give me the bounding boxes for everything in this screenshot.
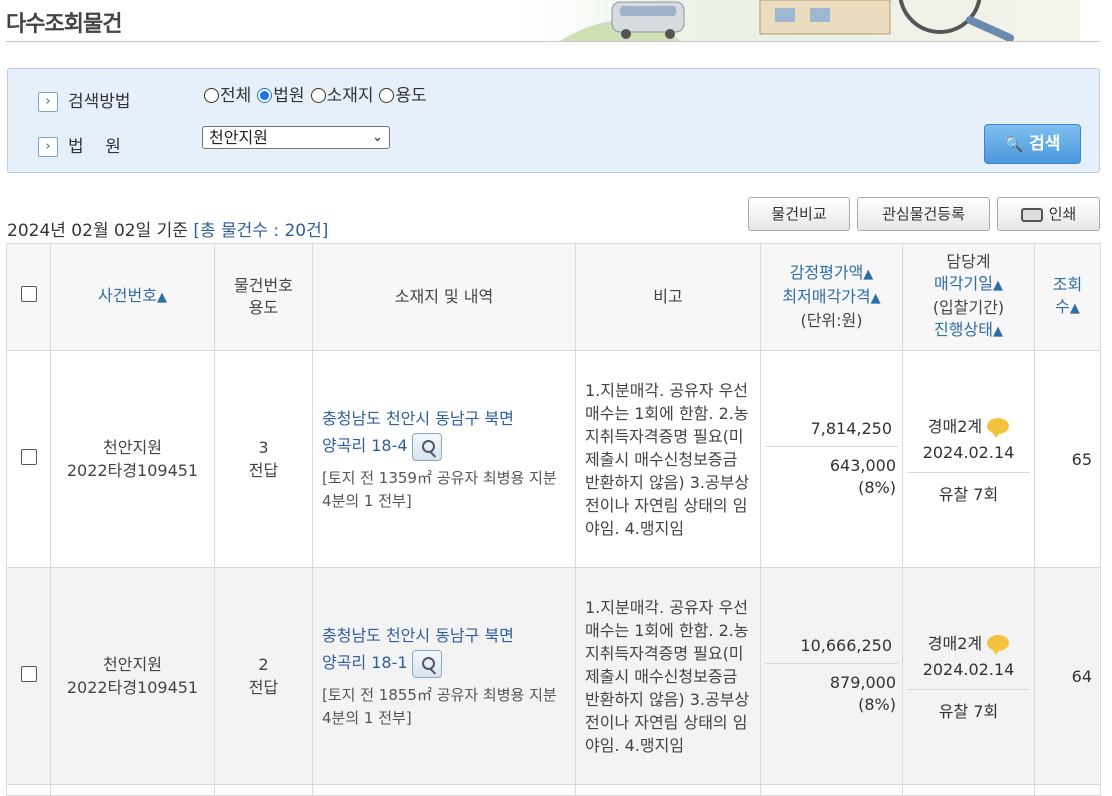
map-magnifier-icon[interactable] (411, 432, 442, 461)
row-checkbox[interactable] (20, 666, 37, 682)
arrow-right-icon: › (38, 92, 58, 112)
results-table: 사건번호▲ 물건번호 용도 소재지 및 내역 비고 감정평가액▲ 최저매각가격▲ … (6, 243, 1101, 796)
header-item-number: 물건번호 용도 (214, 243, 313, 351)
sort-asc-icon[interactable]: ▲ (1070, 301, 1080, 316)
search-method-label: › 검색방법 (38, 87, 131, 112)
printer-icon (1020, 208, 1043, 222)
item-number-cell: 3 전답 (214, 350, 313, 568)
header-divider (6, 41, 1100, 42)
court-label: › 법 원 (38, 132, 121, 157)
location-cell: 충청남도 천안시 동남구 북면 양곡리 18-1 [토지 전 1855㎡ 공유자 … (312, 567, 576, 785)
radio-button[interactable] (204, 88, 219, 103)
header-price[interactable]: 감정평가액▲ 최저매각가격▲ (단위:원) (760, 243, 903, 351)
header-location: 소재지 및 내역 (312, 243, 576, 351)
price-cell: 10,666,250 879,000 (8%) (760, 567, 903, 785)
radio-button-selected[interactable] (257, 88, 273, 103)
header-note: 비고 (575, 243, 761, 351)
radio-button[interactable] (379, 88, 395, 103)
search-button[interactable]: 🔍 검색 (984, 124, 1081, 164)
radio-all[interactable]: 전체 (204, 81, 251, 106)
search-method-radio-group: 전체 법원 소재지 용도 (204, 81, 433, 106)
result-summary: 2024년 02월 02일 기준 [총 물건수 : 20건] (7, 221, 329, 241)
arrow-right-icon: › (38, 137, 58, 157)
header-manager[interactable]: 담당계 매각기일▲ (입찰기간) 진행상태▲ (902, 243, 1035, 351)
minimum-price: 879,000 (8%) (829, 673, 896, 714)
row-select-cell (6, 567, 51, 785)
radio-court[interactable]: 법원 (257, 81, 305, 106)
department-link[interactable]: 경매2계 (928, 417, 982, 436)
header-case-number[interactable]: 사건번호▲ (50, 243, 215, 351)
court-select[interactable]: 천안지원 ⌄ (202, 126, 390, 149)
header-views[interactable]: 조회 수▲ (1034, 243, 1101, 351)
manager-cell: 경매2계 2024.02.14 유찰 7회 (902, 350, 1035, 568)
sort-asc-icon[interactable]: ▲ (993, 324, 1003, 339)
radio-usage[interactable]: 용도 (379, 81, 427, 106)
appraisal-value: 7,814,250 (765, 419, 898, 447)
row-select-cell (6, 350, 51, 568)
note-cell: 1.지분매각. 공유자 우선매수는 1회에 한함. 2.농지취득자격증명 필요(… (575, 350, 761, 568)
item-number-cell: 2 전답 (214, 567, 313, 785)
map-magnifier-icon[interactable] (411, 649, 442, 678)
case-number-cell: 천안지원 2022타경109451 (50, 567, 215, 785)
address-link[interactable]: 충청남도 천안시 동남구 북면 양곡리 18-1 (322, 622, 567, 678)
manager-cell: 경매2계 2024.02.14 유찰 7회 (902, 567, 1035, 785)
item-description: [토지 전 1359㎡ 공유자 최병용 지분 4분의 1 전부] (322, 468, 557, 510)
search-panel: › 검색방법 › 법 원 전체 법원 소재지 용도 천안지원 ⌄ 🔍 검색 (7, 68, 1100, 173)
chat-bubble-icon[interactable] (987, 417, 1010, 438)
department-link[interactable]: 경매2계 (928, 634, 982, 653)
location-cell: 충청남도 천안시 동남구 북면 양곡리 18-4 [토지 전 1359㎡ 공유자 … (312, 350, 576, 568)
table-row-partial (6, 784, 1101, 796)
register-interest-button[interactable]: 관심물건등록 (857, 197, 990, 231)
item-description: [토지 전 1855㎡ 공유자 최병용 지분 4분의 1 전부] (322, 685, 557, 727)
note-cell: 1.지분매각. 공유자 우선매수는 1회에 한함. 2.농지취득자격증명 필요(… (575, 567, 761, 785)
table-row: 천안지원 2022타경109451 2 전답 충청남도 천안시 동남구 북면 양곡리 … (6, 567, 1101, 785)
select-all-cell (6, 243, 51, 351)
sort-asc-icon[interactable]: ▲ (157, 290, 167, 305)
table-row: 천안지원 2022타경109451 3 전답 충청남도 천안시 동남구 북면 양곡리 … (6, 350, 1101, 568)
minimum-price: 643,000 (8%) (829, 456, 896, 497)
table-header-row: 사건번호▲ 물건번호 용도 소재지 및 내역 비고 감정평가액▲ 최저매각가격▲ … (6, 243, 1101, 351)
radio-location[interactable]: 소재지 (310, 81, 373, 106)
chat-bubble-icon[interactable] (987, 634, 1010, 655)
price-cell: 7,814,250 643,000 (8%) (760, 350, 903, 568)
header-illustration (520, 0, 1080, 41)
appraisal-value: 10,666,250 (765, 636, 898, 664)
case-number-cell: 천안지원 2022타경109451 (50, 350, 215, 568)
search-icon: 🔍 (1004, 135, 1024, 153)
sort-asc-icon[interactable]: ▲ (993, 278, 1003, 293)
sort-asc-icon[interactable]: ▲ (871, 291, 881, 306)
radio-button[interactable] (310, 88, 326, 103)
sale-date: 2024.02.14 (922, 442, 1015, 462)
page-header: 다수조회물건 (0, 0, 1100, 42)
views-cell: 64 (1034, 567, 1101, 785)
compare-button[interactable]: 물건비교 (748, 197, 850, 231)
select-all-checkbox[interactable] (20, 286, 37, 302)
page-title: 다수조회물건 (6, 12, 122, 37)
sale-date: 2024.02.14 (922, 659, 1015, 679)
views-cell: 65 (1034, 350, 1101, 568)
print-button[interactable]: 인쇄 (997, 197, 1100, 231)
address-link[interactable]: 충청남도 천안시 동남구 북면 양곡리 18-4 (322, 405, 567, 461)
status-text: 유찰 7회 (938, 484, 999, 504)
chevron-down-icon: ⌄ (372, 130, 383, 145)
row-checkbox[interactable] (20, 449, 37, 465)
status-text: 유찰 7회 (938, 701, 999, 721)
sort-asc-icon[interactable]: ▲ (863, 267, 873, 282)
